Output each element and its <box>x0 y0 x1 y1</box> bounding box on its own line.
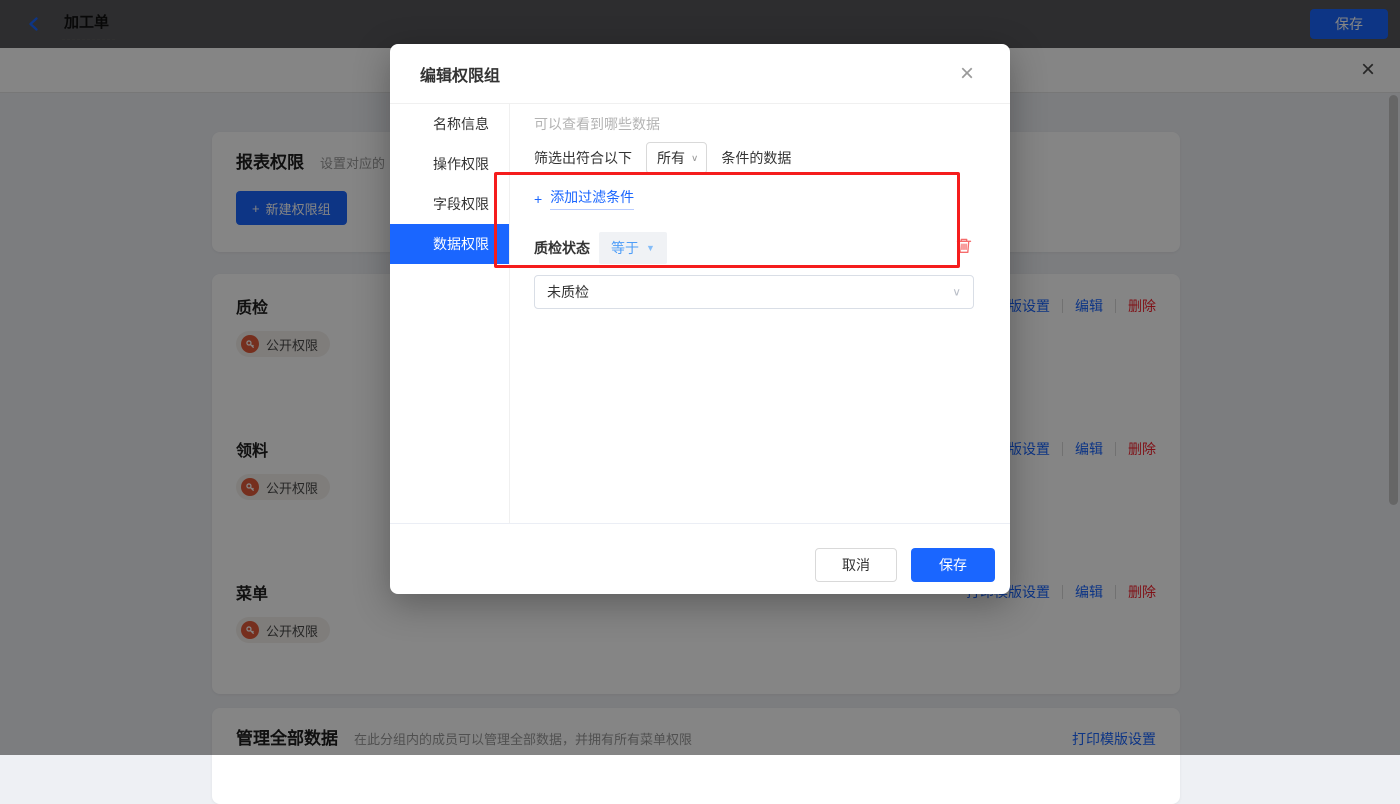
chevron-down-icon: ∨ <box>691 153 698 163</box>
add-condition-label: 添加过滤条件 <box>550 187 634 210</box>
condition-value-select[interactable]: 未质检 ∨ <box>534 275 974 309</box>
edit-permission-group-dialog: 编辑权限组 × 名称信息 操作权限 字段权限 数据权限 可以查看到哪些数据 筛选… <box>390 44 1010 594</box>
cancel-button[interactable]: 取消 <box>815 548 897 582</box>
plus-icon: + <box>534 191 542 207</box>
filter-suffix-label: 条件的数据 <box>721 148 791 168</box>
delete-condition-button[interactable] <box>954 237 974 257</box>
tab-name-info[interactable]: 名称信息 <box>390 104 509 144</box>
dialog-close-button[interactable]: × <box>954 61 980 87</box>
condition-operator-select[interactable]: 等于 ▼ <box>599 232 667 264</box>
operator-value: 等于 <box>611 238 639 258</box>
tab-operation-permission[interactable]: 操作权限 <box>390 144 509 184</box>
dialog-header: 编辑权限组 × <box>390 44 1010 104</box>
dialog-body: 名称信息 操作权限 字段权限 数据权限 可以查看到哪些数据 筛选出符合以下 所有… <box>390 104 1010 523</box>
match-mode-value: 所有 <box>657 148 685 168</box>
tab-field-permission[interactable]: 字段权限 <box>390 184 509 224</box>
filter-prefix-label: 筛选出符合以下 <box>534 148 632 168</box>
caret-down-icon: ▼ <box>646 243 655 253</box>
chevron-down-icon: ∨ <box>952 286 961 299</box>
dialog-footer: 取消 保存 <box>390 523 1010 594</box>
condition-row: 质检状态 等于 ▼ <box>534 232 974 264</box>
condition-field-label: 质检状态 <box>534 238 590 258</box>
condition-value: 未质检 <box>547 282 589 302</box>
tab-data-permission[interactable]: 数据权限 <box>390 224 509 264</box>
match-mode-select[interactable]: 所有 ∨ <box>646 142 707 174</box>
view-data-hint: 可以查看到哪些数据 <box>534 114 990 134</box>
save-button[interactable]: 保存 <box>911 548 995 582</box>
close-icon: × <box>960 60 974 87</box>
dialog-title: 编辑权限组 <box>420 62 500 86</box>
filter-match-row: 筛选出符合以下 所有 ∨ 条件的数据 <box>534 142 990 174</box>
trash-icon <box>955 237 973 255</box>
add-filter-condition-button[interactable]: + 添加过滤条件 <box>534 187 634 210</box>
data-permission-panel: 可以查看到哪些数据 筛选出符合以下 所有 ∨ 条件的数据 + 添加过滤条件 质检… <box>510 104 1010 523</box>
dialog-side-nav: 名称信息 操作权限 字段权限 数据权限 <box>390 104 510 523</box>
